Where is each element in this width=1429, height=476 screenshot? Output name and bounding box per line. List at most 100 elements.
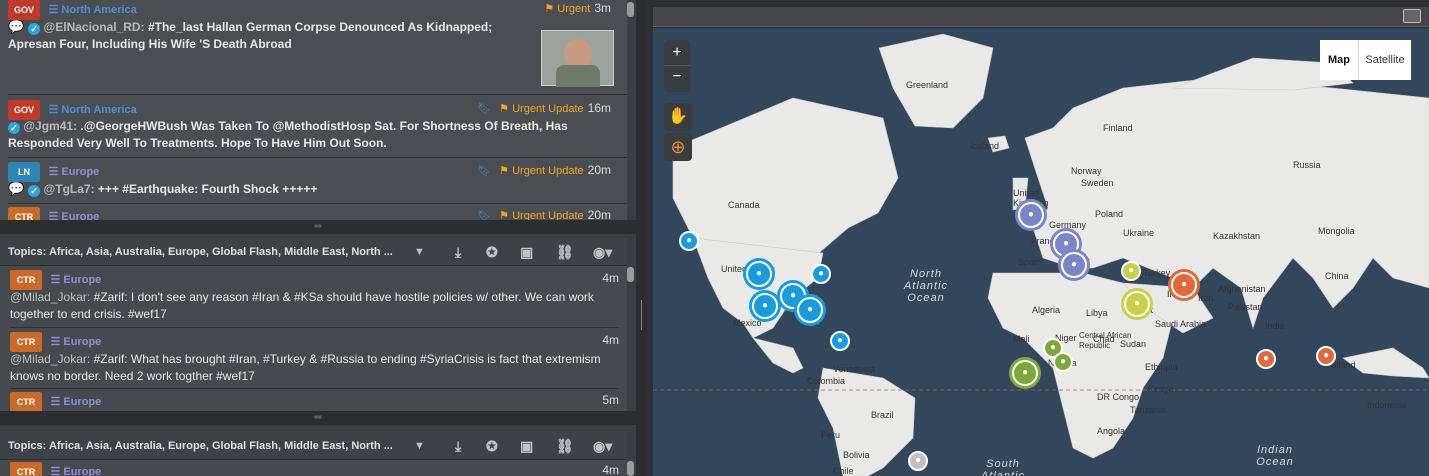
feed-item[interactable]: LN ☰ Europe 🔖︎ ⚑ Urgent Update 20m 💬 ✓ @TgL… [8, 159, 627, 204]
region-label[interactable]: ☰ North America [48, 104, 136, 116]
map-marker-pin[interactable]: ● [1124, 291, 1150, 317]
feed-item[interactable]: CTR ☰ Europe 4m @Milad_Jokar: #Zarif: Wh… [10, 329, 619, 389]
age-label: 4m [602, 333, 619, 347]
map-label: Indonesia [1367, 400, 1407, 410]
map-label: Mongolia [1318, 226, 1355, 236]
map-label: Afghanistan [1218, 284, 1266, 294]
map-marker-pin[interactable]: ● [1256, 349, 1276, 369]
region-label[interactable]: ☰ Europe [50, 396, 101, 408]
body-shape [556, 65, 600, 87]
verified-badge-icon[interactable]: ✪ [486, 432, 498, 460]
conversation-icon[interactable]: 💬 [8, 181, 24, 196]
map-label: Spain [1018, 257, 1042, 267]
priority-label: Urgent Update [512, 165, 584, 177]
user-handle[interactable]: @Milad_Jokar: [10, 352, 90, 366]
flag-icon: ⚑ [499, 103, 510, 115]
user-handle[interactable]: @TgLa7: [44, 182, 95, 196]
feeds-column: GOV ☰ North America ⚑ Urgent 3m 💬 ✓ @ElNac… [0, 0, 636, 476]
user-handle[interactable]: @Jgm41: [23, 119, 77, 133]
zoom-in-button[interactable]: + [664, 40, 690, 66]
link-icon[interactable]: ⛓ [556, 432, 574, 460]
region-label[interactable]: ☰ Europe [50, 466, 101, 476]
bookmark-icon[interactable]: 🔖︎ [477, 210, 491, 220]
dropdown-arrow-icon[interactable]: ▼ [414, 238, 425, 266]
flag-icon: ⚑ [544, 3, 555, 15]
item-text: @Milad_Jokar: #Zarif: What has brought #… [10, 352, 601, 383]
source-tag: CTR [10, 392, 42, 411]
map-label: Iran [1198, 293, 1214, 303]
conversation-icon[interactable]: 💬 [8, 19, 24, 34]
feed-item[interactable]: CTR ☰ Europe 🔖︎ ⚑ Urgent Update 20m [8, 205, 627, 220]
download-icon[interactable]: ⤓ [455, 432, 461, 460]
priority-info: 🔖︎ ⚑ Urgent Update 20m [477, 162, 611, 179]
feed-item[interactable]: GOV ☰ North America ⚑ Urgent 3m 💬 ✓ @ElNac… [8, 0, 627, 95]
image-icon[interactable]: ▣ [520, 238, 533, 266]
bookmark-icon[interactable]: 🔖︎ [477, 103, 491, 115]
topics-label[interactable]: Topics: Africa, Asia, Australia, Europe,… [8, 246, 393, 258]
link-icon[interactable]: ⛓ [556, 238, 574, 266]
verified-icon: ✓ [28, 23, 41, 35]
visibility-icon[interactable]: ◉▾ [593, 432, 612, 460]
feed-item[interactable]: GOV ☰ North America 🔖︎ ⚑ Urgent Update 16m… [8, 96, 627, 158]
verified-badge-icon[interactable]: ✪ [486, 238, 498, 266]
pan-hand-icon[interactable]: ✋ [664, 103, 692, 131]
map-marker-pin[interactable]: ● [1121, 261, 1141, 281]
visibility-icon[interactable]: ◉▾ [593, 238, 612, 266]
locate-icon[interactable]: ⊕ [664, 133, 692, 161]
user-handle[interactable]: @ElNacional_RD: [44, 20, 145, 34]
bookmark-icon[interactable]: 🔖︎ [477, 165, 491, 177]
world-map[interactable]: Greenland Iceland Finland Norway Sweden … [653, 28, 1429, 476]
map-marker-pin[interactable]: ● [1061, 252, 1087, 278]
map-label: Norway [1071, 166, 1102, 176]
list-icon: ☰ [48, 104, 59, 117]
image-icon[interactable] [1403, 9, 1421, 23]
feed-item[interactable]: CTR ☰ Europe 4m [10, 460, 619, 476]
region-label[interactable]: ☰ Europe [48, 166, 99, 178]
dropdown-arrow-icon[interactable]: ▼ [414, 432, 425, 460]
region-label[interactable]: ☰ Europe [48, 211, 99, 220]
map-marker-pin[interactable]: ● [1316, 346, 1336, 366]
map-label: Saudi Arabia [1155, 319, 1207, 329]
map-marker-pin[interactable]: ● [830, 331, 850, 351]
list-icon: ☰ [50, 396, 61, 409]
user-handle[interactable]: @Milad_Jokar: [10, 290, 90, 304]
topics-label[interactable]: Topics: Africa, Asia, Australia, Europe,… [8, 440, 393, 452]
map-marker-pin[interactable]: ● [1012, 360, 1038, 386]
map-marker-pin[interactable]: ● [908, 451, 928, 471]
topics-toolbar: Topics: Africa, Asia, Australia, Europe,… [0, 238, 627, 266]
map-marker-pin[interactable]: ● [1171, 272, 1197, 298]
map-column: Greenland Iceland Finland Norway Sweden … [645, 0, 1429, 476]
region-label[interactable]: ☰ Europe [50, 336, 101, 348]
scrollbar-thumb[interactable] [627, 267, 634, 282]
resize-handle[interactable]: ═ [0, 220, 636, 234]
map-marker-pin[interactable]: ● [1053, 352, 1073, 372]
feed-item[interactable]: CTR ☰ Europe 4m @Milad_Jokar: #Zarif: I … [10, 266, 619, 328]
region-label[interactable]: ☰ North America [48, 4, 136, 16]
priority-info: 🔖︎ ⚑ Urgent Update 16m [477, 100, 611, 117]
map-marker-pin[interactable]: ● [752, 293, 778, 319]
map-marker-pin[interactable]: ● [797, 297, 823, 323]
zoom-control: + − [664, 40, 690, 92]
map-label: Greenland [906, 80, 949, 90]
map-label: Kenya [1148, 384, 1174, 394]
map-marker-pin[interactable]: ● [811, 264, 831, 284]
map-marker-pin[interactable]: ● [746, 261, 772, 287]
download-icon[interactable]: ⤓ [455, 238, 461, 266]
feed-item[interactable]: CTR ☰ Europe 5m [10, 390, 619, 411]
map-type-satellite-button[interactable]: Satellite [1358, 40, 1411, 80]
age-label: 4m [602, 463, 619, 476]
image-icon[interactable]: ▣ [520, 432, 533, 460]
map-label: Mali [1013, 334, 1030, 344]
source-tag: CTR [10, 332, 42, 352]
map-marker-pin[interactable]: ● [1018, 202, 1044, 228]
priority-label: Urgent [557, 3, 591, 15]
scrollbar-thumb[interactable] [627, 461, 634, 476]
thumbnail-image[interactable] [541, 30, 614, 87]
scrollbar-thumb[interactable] [627, 2, 634, 17]
region-label[interactable]: ☰ Europe [50, 274, 101, 286]
resize-handle[interactable]: ═ [0, 411, 636, 425]
zoom-out-button[interactable]: − [664, 66, 690, 92]
map-type-map-button[interactable]: Map [1320, 40, 1358, 80]
map-marker-pin[interactable]: ● [679, 231, 699, 251]
age-label: 5m [602, 393, 619, 407]
